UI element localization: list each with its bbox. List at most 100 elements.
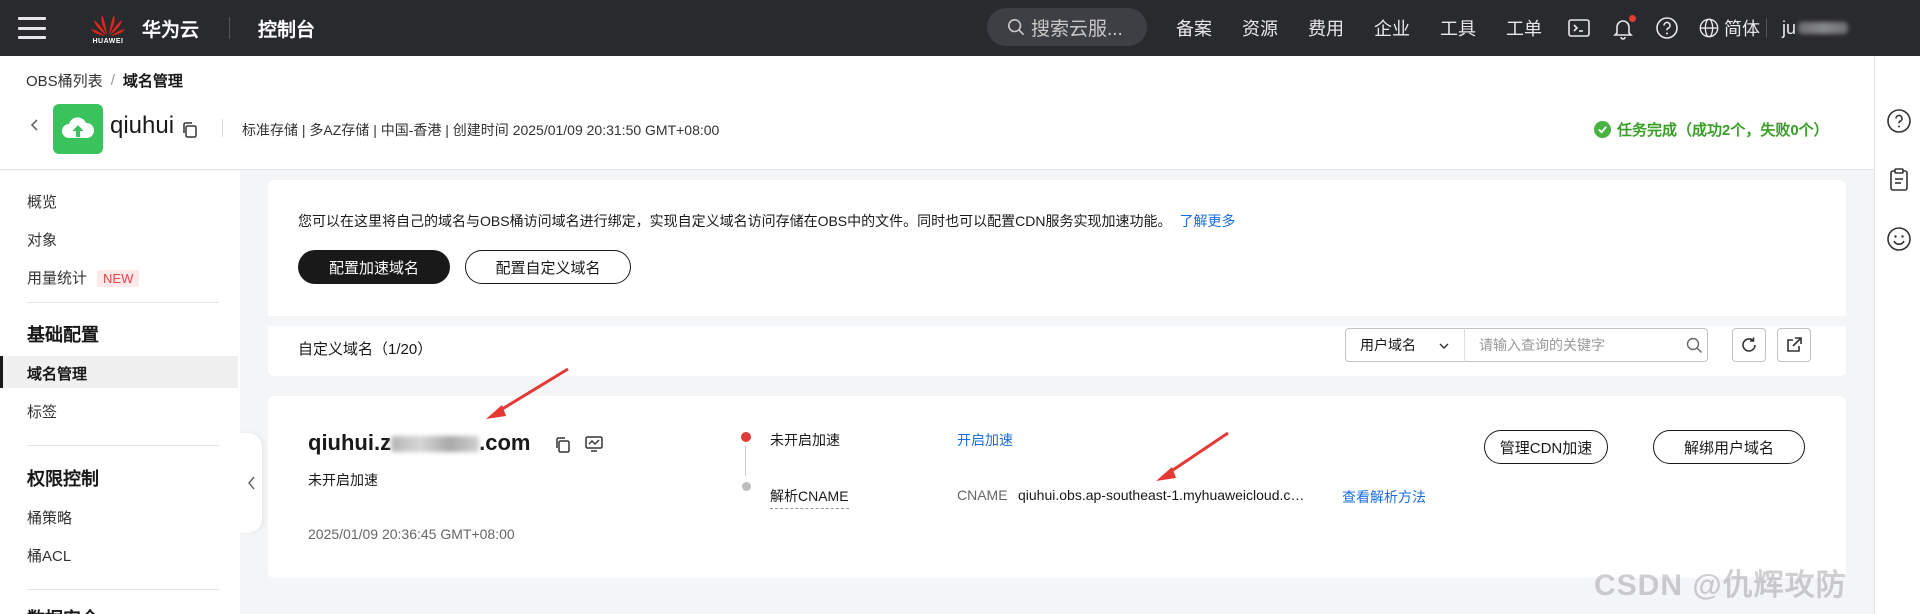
help-icon[interactable] [1654, 15, 1680, 41]
cname-key: CNAME [957, 487, 1008, 503]
nav-link-billing[interactable]: 费用 [1308, 15, 1344, 41]
bucket-name: qiuhui [110, 112, 175, 139]
huawei-logo[interactable]: HUAWEI [88, 11, 128, 45]
learn-more-link[interactable]: 了解更多 [1179, 213, 1235, 229]
breadcrumb-bucket-list[interactable]: OBS桶列表 [26, 70, 103, 91]
annotation-arrow-icon [1156, 431, 1229, 481]
domain-name-suffix: .com [479, 430, 531, 455]
domain-name-redacted [391, 436, 480, 453]
search-placeholder: 搜索云服... [1031, 18, 1123, 40]
global-search[interactable]: 搜索云服... [987, 8, 1147, 46]
sidebar-active-indicator [0, 356, 3, 388]
bell-icon[interactable] [1610, 15, 1636, 41]
nav-divider [229, 17, 231, 39]
sidebar-group-basic-config: 基础配置 [27, 325, 99, 345]
sidebar-item-usage[interactable]: 用量统计 NEW [27, 267, 140, 288]
step-status-dot [742, 482, 751, 491]
domain-name-prefix: qiuhui.z [308, 430, 392, 455]
bucket-meta: 标准存储 | 多AZ存储 | 中国-香港 | 创建时间 2025/01/09 2… [242, 122, 720, 138]
sidebar-divider [27, 445, 219, 446]
right-rail [1874, 56, 1920, 614]
nav-link-tickets[interactable]: 工单 [1506, 15, 1542, 41]
huawei-flower-icon [91, 15, 125, 36]
configure-custom-domain-button[interactable]: 配置自定义域名 [465, 250, 631, 284]
new-badge: NEW [97, 270, 140, 287]
sidebar-collapse-toggle[interactable] [240, 433, 262, 533]
list-title: 自定义域名（1/20） [298, 341, 433, 358]
clipboard-icon[interactable] [1886, 167, 1912, 193]
sidebar-item-objects[interactable]: 对象 [27, 229, 57, 250]
annotation-arrow-icon [486, 367, 569, 419]
console-title[interactable]: 控制台 [258, 15, 315, 42]
back-arrow-icon[interactable] [28, 118, 42, 132]
step-cname-label[interactable]: 解析CNAME [770, 486, 849, 509]
breadcrumb: OBS桶列表 / 域名管理 [26, 70, 183, 91]
nav-link-resources[interactable]: 资源 [1242, 15, 1278, 41]
menu-icon[interactable] [18, 17, 46, 39]
brand-name[interactable]: 华为云 [142, 15, 199, 42]
top-nav: HUAWEI 华为云 控制台 搜索云服... 备案 资源 费用 企业 工具 工单… [0, 0, 1920, 56]
export-button[interactable] [1777, 328, 1811, 362]
help-circle-icon[interactable] [1886, 108, 1912, 134]
language-switch[interactable]: 简体 [1698, 15, 1760, 41]
nav-links: 备案 资源 费用 企业 工具 工单 [1176, 0, 1572, 56]
view-resolution-method-link[interactable]: 查看解析方法 [1342, 487, 1426, 507]
step-status-dot [741, 432, 751, 442]
sidebar-item-domain-management[interactable]: 域名管理 [27, 363, 87, 384]
search-input[interactable] [1464, 328, 1708, 362]
domain-status: 未开启加速 [308, 472, 378, 488]
sidebar-group-data-security: 数据安全 [27, 605, 99, 614]
filter-field-select[interactable]: 用户域名 [1345, 328, 1465, 362]
sidebar-item-bucket-policy[interactable]: 桶策略 [27, 507, 72, 528]
nav-divider [1766, 18, 1767, 38]
sidebar-item-tags[interactable]: 标签 [27, 401, 57, 422]
logo-text: HUAWEI [92, 38, 124, 45]
sidebar-item-bucket-acl[interactable]: 桶ACL [27, 545, 71, 566]
page-header: OBS桶列表 / 域名管理 qiuhui 标准存储 | 多AZ存储 | 中国-香… [0, 56, 1874, 170]
cloud-upload-icon [62, 117, 95, 138]
copy-icon[interactable] [181, 121, 199, 139]
domain-created-time: 2025/01/09 20:36:45 GMT+08:00 [308, 526, 515, 542]
sidebar-group-permissions: 权限控制 [27, 469, 99, 489]
enable-acceleration-link[interactable]: 开启加速 [957, 430, 1013, 450]
terminal-icon[interactable] [1566, 15, 1592, 41]
domain-name: qiuhui.z .com [308, 430, 530, 456]
nav-icons: 简体 [1566, 0, 1760, 56]
task-status-text: 任务完成（成功2个，失败0个） [1617, 122, 1829, 139]
filter-field-value: 用户域名 [1360, 337, 1416, 353]
chevron-left-icon [247, 476, 255, 490]
breadcrumb-current: 域名管理 [122, 73, 183, 90]
search-icon[interactable] [1686, 337, 1703, 354]
unbind-domain-button[interactable]: 解绑用户域名 [1653, 430, 1805, 464]
manage-cdn-button[interactable]: 管理CDN加速 [1484, 430, 1608, 464]
sidebar-item-label: 用量统计 [27, 270, 88, 287]
success-check-icon [1594, 121, 1611, 138]
task-status[interactable]: 任务完成（成功2个，失败0个） [1594, 119, 1829, 140]
sidebar: 概览 对象 用量统计 NEW 基础配置 域名管理 标签 权限控制 桶策略 桶ACL… [0, 171, 240, 614]
configure-cdn-domain-button[interactable]: 配置加速域名 [298, 250, 450, 284]
nav-link-beian[interactable]: 备案 [1176, 15, 1212, 41]
bucket-icon [53, 104, 103, 154]
search-icon [1007, 18, 1025, 36]
feedback-smile-icon[interactable] [1886, 226, 1912, 252]
info-description: 您可以在这里将自己的域名与OBS桶访问域名进行绑定，实现自定义域名访问存储在OB… [298, 211, 1235, 231]
watermark: CSDN @仇辉攻防 [1594, 569, 1847, 602]
user-name: ju [1782, 17, 1797, 38]
sidebar-divider [27, 589, 219, 590]
nav-link-tools[interactable]: 工具 [1440, 15, 1476, 41]
monitor-icon[interactable] [584, 434, 604, 454]
refresh-button[interactable] [1732, 328, 1766, 362]
step-connector [745, 446, 746, 476]
cname-value: qiuhui.obs.ap-southeast-1.myhuaweicloud.… [1018, 487, 1308, 503]
language-label: 简体 [1724, 19, 1760, 39]
chevron-down-icon [1439, 343, 1449, 349]
refresh-icon [1742, 337, 1756, 352]
nav-link-enterprise[interactable]: 企业 [1374, 15, 1410, 41]
sidebar-item-overview[interactable]: 概览 [27, 191, 57, 212]
user-name-redacted [1798, 22, 1849, 34]
meta-divider [222, 119, 223, 137]
external-link-icon [1787, 337, 1802, 352]
copy-icon[interactable] [554, 436, 572, 454]
user-menu[interactable]: ju [1782, 0, 1849, 56]
card-separator [268, 316, 1846, 326]
